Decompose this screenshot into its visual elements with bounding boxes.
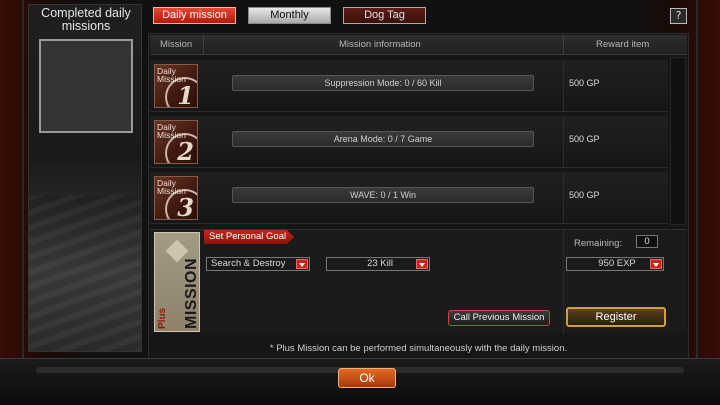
header-reward-item: Reward item [596,39,650,50]
completed-missions-title: Completed daily missions [41,6,131,33]
plus-divider [563,230,564,334]
chevron-down-icon[interactable] [650,259,662,269]
remaining-label: Remaining: [574,238,623,249]
register-button[interactable]: Register [566,307,666,327]
mission-row: Daily Mission 2 Arena Mode: 0 / 7 Game 5… [150,116,668,168]
mission-row: Daily Mission 1 Suppression Mode: 0 / 60… [150,60,668,112]
row-divider [563,60,564,112]
plus-badge-small-label: Plus [157,307,168,329]
header-divider [203,35,204,55]
mission-progress: WAVE: 0 / 1 Win [232,187,534,203]
daily-mission-badge: Daily Mission 1 [154,64,198,108]
set-personal-goal-tag: Set Personal Goal [204,230,295,244]
tab-daily-mission[interactable]: Daily mission [153,7,236,24]
badge-number: 1 [177,81,194,108]
row-divider [563,116,564,168]
mission-reward: 500 GP [569,78,600,88]
mission-progress: Arena Mode: 0 / 7 Game [232,131,534,147]
mission-list-scrollbar[interactable] [670,57,686,225]
table-header: Mission Mission information Reward item [150,35,687,55]
mission-row: Daily Mission 3 WAVE: 0 / 1 Win 500 GP [150,172,668,224]
header-mission: Mission [160,39,193,50]
daily-mission-badge: Daily Mission 2 [154,120,198,164]
kill-select-value: 23 Kill [367,258,393,269]
plus-mission-badge: Plus MISSION [154,232,200,332]
remaining-value: 0 [636,235,658,248]
row-divider [563,172,564,224]
chevron-down-icon[interactable] [416,259,428,269]
plus-badge-word: MISSION [183,257,200,329]
ok-button[interactable]: Ok [338,368,396,388]
badge-number: 3 [177,193,194,220]
plus-mission-note: * Plus Mission can be performed simultan… [269,343,568,354]
mission-reward: 500 GP [569,134,600,144]
mode-select-value: Search & Destroy [211,258,286,269]
help-button[interactable]: ? [670,8,687,24]
chevron-down-icon[interactable] [296,259,308,269]
tab-dog-tag[interactable]: Dog Tag [343,7,426,24]
reward-select-value: 950 EXP [598,258,636,269]
badge-number: 2 [177,137,194,164]
daily-mission-badge: Daily Mission 3 [154,176,198,220]
reward-select[interactable]: 950 EXP [566,257,664,271]
mission-reward: 500 GP [569,190,600,200]
completed-missions-panel: Completed daily missions [28,4,142,352]
background-scene-image [29,195,141,351]
call-previous-mission-button[interactable]: Call Previous Mission [448,310,550,326]
mode-select[interactable]: Search & Destroy [206,257,310,271]
completed-missions-slot [39,39,133,133]
tab-monthly-records[interactable]: Monthly Records [248,7,331,36]
mission-progress: Suppression Mode: 0 / 60 Kill [232,75,534,91]
kill-select[interactable]: 23 Kill [326,257,430,271]
plus-mission-area: Plus MISSION Set Personal Goal Search & … [150,229,687,334]
header-divider [563,35,564,55]
header-mission-information: Mission information [339,39,421,50]
